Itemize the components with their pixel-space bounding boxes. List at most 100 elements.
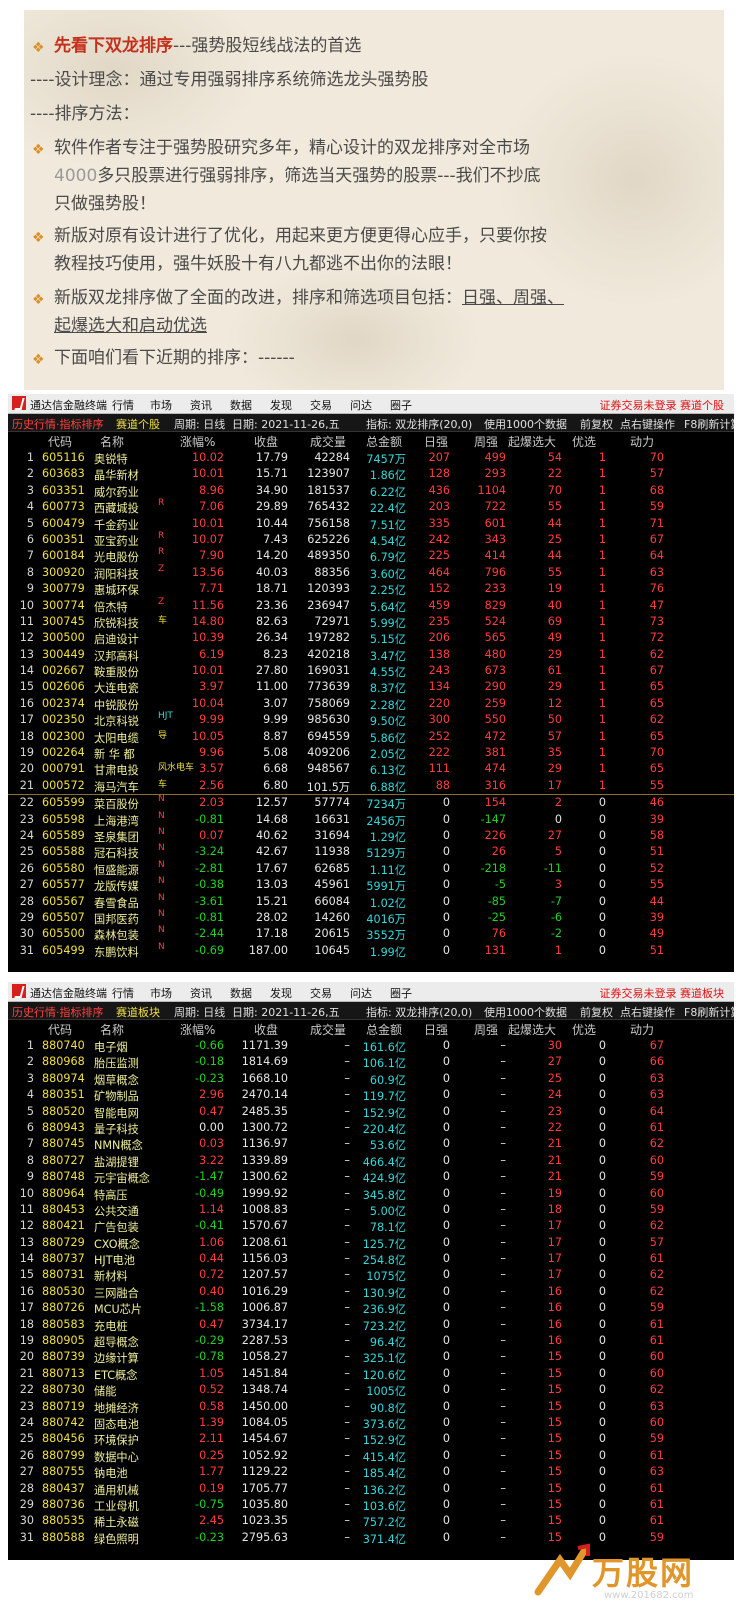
- table-row[interactable]: 15 002606 大连电瓷 3.97 11.00 773639 8.37亿 134 290 29…: [8, 679, 734, 695]
- table-row[interactable]: 25 605588 冠石科技 -3.24 42.67 11938 5129万 0 26 5 0 51 N: [8, 843, 734, 860]
- menu-data[interactable]: 数据: [230, 397, 252, 413]
- table-row[interactable]: 1 880740 电子烟 -0.66 1171.39–161.6亿 0–30 0 67: [8, 1038, 734, 1054]
- table-row[interactable]: 23 605598 上海港湾 -0.81 14.68 16631 2456万 0 -147 0 0 3…: [8, 811, 734, 828]
- menu-discover[interactable]: 发现: [270, 397, 292, 413]
- table-row[interactable]: 28 605567 春雪食品 -3.61 15.21 66084 1.02亿 0 -85 -7 0 4…: [8, 893, 734, 910]
- table-row[interactable]: 24 605589 圣泉集团 0.07 40.62 31694 1.29亿 0 226 27 0 58…: [8, 827, 734, 844]
- login-status[interactable]: 证券交易未登录 赛道个股: [600, 397, 725, 413]
- table-row[interactable]: 17 002350 北京科锐 9.99 9.99 985630 9.50亿 300 550 50 1…: [8, 711, 734, 728]
- table-row[interactable]: 14 880737 HJT电池 0.44 1156.03–254.8亿 0–17 0 61: [8, 1251, 734, 1267]
- col-close[interactable]: 收盘: [254, 433, 278, 450]
- table-row[interactable]: 7 600184 光电股份 7.90 14.20 489350 6.79亿 225 414 44 1…: [8, 547, 734, 564]
- table-row[interactable]: 4 600773 西藏城投 7.06 29.89 765432 22.4亿 203 722 55 1…: [8, 498, 734, 515]
- col-day-strength[interactable]: 日强: [424, 433, 448, 450]
- col-breakout[interactable]: 起爆选大: [508, 1021, 556, 1038]
- col-momentum[interactable]: 动力: [630, 433, 654, 450]
- table-row[interactable]: 26 605580 恒盛能源 -2.81 17.67 62685 1.11亿 0 -218 -11…: [8, 860, 734, 877]
- table-row[interactable]: 5 600479 千金药业 10.01 10.44 756158 7.51亿 335 601 44…: [8, 516, 734, 532]
- table-row[interactable]: 11 880453 公共交通 1.14 1008.83 – 5.00亿 0 – 18 0 59: [8, 1202, 734, 1218]
- table-row[interactable]: 14 002667 鞍重股份 10.01 27.80 169031 4.55亿 243 673 6…: [8, 663, 734, 679]
- table-row[interactable]: 4 880351 矿物制品 2.96 2470.14–119.7亿 0–24 0 63: [8, 1087, 734, 1103]
- table-row[interactable]: 31 605499 东鹏饮料 -0.69 187.00 10645 1.99亿 0 131 1 0 5…: [8, 942, 734, 959]
- menu-trade[interactable]: 交易: [310, 397, 332, 413]
- table-row[interactable]: 3 603351 威尔药业 8.96 34.90 181537 6.22亿 436 1104 70…: [8, 483, 734, 499]
- col-day-strength[interactable]: 日强: [424, 1021, 448, 1038]
- menu-circle[interactable]: 圈子: [390, 985, 412, 1001]
- table-row[interactable]: 10 300774 倍杰特 11.56 23.36 236947 5.64亿 459 829 40…: [8, 597, 734, 614]
- menu-ask[interactable]: 问达: [350, 397, 372, 413]
- table-row[interactable]: 17 880726 MCU芯片 -1.58 1006.87–236.9亿 0–16 0 59: [8, 1300, 734, 1316]
- menu-data[interactable]: 数据: [230, 985, 252, 1001]
- table-row[interactable]: 27 880755 钠电池 1.77 1129.22–185.4亿 0–15 0 63: [8, 1464, 734, 1480]
- menu-news[interactable]: 资讯: [190, 397, 212, 413]
- col-momentum[interactable]: 动力: [630, 1021, 654, 1038]
- menu-market[interactable]: 行情: [112, 985, 134, 1001]
- table-row[interactable]: 3 880974 烟草概念 -0.23 1668.10 – 60.9亿 0 – 25 0 63: [8, 1071, 734, 1087]
- col-name[interactable]: 名称: [100, 433, 124, 450]
- table-row[interactable]: 21 880713 ETC概念 1.05 1451.84–120.6亿 0–15 0 60: [8, 1366, 734, 1382]
- col-amount[interactable]: 总金额: [366, 1021, 402, 1038]
- col-week-strength[interactable]: 周强: [474, 433, 498, 450]
- table-row[interactable]: 8 880727 盐湖提锂 3.22 1339.89–466.4亿 0–21 0 60: [8, 1153, 734, 1169]
- table-row[interactable]: 27 605577 龙版传媒 -0.38 13.03 45961 5991万 0 -5 3 0 55 N: [8, 876, 734, 893]
- table-row[interactable]: 22 880730 储能 0.52 1348.74 – 1005亿 0 – 15 0 62: [8, 1382, 734, 1398]
- table-row[interactable]: 12 880421 广告包装 -0.41 1570.67 – 78.1亿 0 – 17 0 62: [8, 1218, 734, 1234]
- table-row[interactable]: 16 002374 中锐股份 10.04 3.07 758069 2.28亿 220 259 12…: [8, 696, 734, 712]
- table-row[interactable]: 15 880731 新材料 0.72 1207.57 – 1075亿 0 – 17 0 62: [8, 1267, 734, 1283]
- table-row[interactable]: 8 300920 润阳科技 13.56 40.03 88356 3.60亿 464 796 55 1…: [8, 564, 734, 581]
- table-row[interactable]: 16 880530 三网融合 0.40 1016.29–130.9亿 0–16 0 62: [8, 1284, 734, 1300]
- table-row[interactable]: 22 605599 菜百股份 2.03 12.57 57774 7234万 0 154 2 0 46 N: [8, 794, 734, 811]
- col-close[interactable]: 收盘: [254, 1021, 278, 1038]
- col-amount[interactable]: 总金额: [366, 433, 402, 450]
- table-row[interactable]: 10 880964 特高压 -0.49 1999.92–345.8亿 0–19 0 60: [8, 1186, 734, 1202]
- table-row[interactable]: 2 603683 晶华新材 10.01 15.71 123907 1.86亿 128 293 22…: [8, 466, 734, 482]
- table-row[interactable]: 6 600351 亚宝药业 10.07 7.43 625226 4.54亿 242 343 25 1…: [8, 531, 734, 548]
- col-volume[interactable]: 成交量: [310, 433, 346, 450]
- table-row[interactable]: 13 300449 汉邦高科 6.19 8.23 420218 3.47亿 138 480 29 1…: [8, 647, 734, 663]
- table-row[interactable]: 18 880583 充电桩 0.47 3734.17–723.2亿 0–16 0 61: [8, 1317, 734, 1333]
- menu-exchange[interactable]: 市场: [150, 397, 172, 413]
- table-row[interactable]: 2 880968 胎压监测 -0.18 1814.69–106.1亿 0–27 0 66: [8, 1054, 734, 1070]
- col-breakout[interactable]: 起爆选大: [508, 433, 556, 450]
- table-row[interactable]: 26 880799 数据中心 0.25 1052.92–415.4亿 0–15 0 61: [8, 1448, 734, 1464]
- menu-ask[interactable]: 问达: [350, 985, 372, 1001]
- col-change[interactable]: 涨幅%: [180, 433, 215, 450]
- col-volume[interactable]: 成交量: [310, 1021, 346, 1038]
- menu-circle[interactable]: 圈子: [390, 397, 412, 413]
- table-row[interactable]: 28 880437 通用机械 0.19 1705.77–136.2亿 0–15 0 61: [8, 1481, 734, 1497]
- menu-news[interactable]: 资讯: [190, 985, 212, 1001]
- table-row[interactable]: 20 880739 边缘计算 -0.78 1058.27–325.1亿 0–15 0 60: [8, 1349, 734, 1365]
- table-row[interactable]: 21 000572 海马汽车 2.56 6.80 101.5万 6.88亿 88 316 17 1 5…: [8, 778, 734, 794]
- col-preferred[interactable]: 优选: [572, 433, 596, 450]
- table-row[interactable]: 25 880456 环境保护 2.11 1454.67–152.9亿 0–15 0 59: [8, 1431, 734, 1447]
- table-row[interactable]: 24 880742 固态电池 1.39 1084.05–373.6亿 0–15 0 60: [8, 1415, 734, 1431]
- menu-market[interactable]: 行情: [112, 397, 134, 413]
- table-row[interactable]: 23 880719 地摊经济 0.58 1450.00 – 90.8亿 0 – 15 0 63: [8, 1399, 734, 1415]
- table-row[interactable]: 19 880905 超导概念 -0.29 2287.53 – 96.4亿 0 – 16 0 61: [8, 1333, 734, 1349]
- col-code[interactable]: 代码: [48, 1021, 72, 1038]
- table-row[interactable]: 29 605507 国邦医药 -0.81 28.02 14260 4016万 0 -25 -6 0 3…: [8, 909, 734, 926]
- table-row[interactable]: 18 002300 太阳电缆 10.05 8.87 694559 5.86亿 252 472 57…: [8, 729, 734, 745]
- table-row[interactable]: 30 605500 森林包装 -2.44 17.18 20615 3552万 0 76 -2 0 49…: [8, 925, 734, 942]
- menu-exchange[interactable]: 市场: [150, 985, 172, 1001]
- table-row[interactable]: 6 880943 量子科技 0.00 1300.72–220.4亿 0–22 0 61: [8, 1120, 734, 1136]
- table-row[interactable]: 12 300500 启迪设计 10.39 26.34 197282 5.15亿 206 565 4…: [8, 630, 734, 646]
- table-row[interactable]: 13 880729 CXO概念 1.06 1208.61–125.7亿 0–17 0 57: [8, 1235, 734, 1251]
- table-row[interactable]: 30 880535 稀土永磁 2.45 1023.35–757.2亿 0–15 0 61: [8, 1513, 734, 1529]
- col-change[interactable]: 涨幅%: [180, 1021, 215, 1038]
- table-row[interactable]: 9 300779 惠城环保 7.71 18.71 120393 2.25亿 152 233 19 1…: [8, 581, 734, 597]
- table-row[interactable]: 20 000791 甘肃电投 3.57 6.68 948567 6.13亿 111 474 29 1…: [8, 761, 734, 777]
- col-code[interactable]: 代码: [48, 433, 72, 450]
- table-row[interactable]: 19 002264 新 华 都 9.96 5.08 409206 2.05亿 222 381 35…: [8, 745, 734, 761]
- col-week-strength[interactable]: 周强: [474, 1021, 498, 1038]
- table-row[interactable]: 5 880520 智能电网 0.47 2485.35–152.9亿 0–23 0 64: [8, 1104, 734, 1120]
- table-row[interactable]: 29 880736 工业母机 -0.75 1035.80–103.6亿 0–15 0 61: [8, 1497, 734, 1513]
- table-row[interactable]: 11 300745 欣锐科技 14.80 82.63 72971 5.99亿 235 524 69…: [8, 614, 734, 630]
- menu-discover[interactable]: 发现: [270, 985, 292, 1001]
- table-row[interactable]: 7 880745 NMN概念 0.03 1136.97 – 53.6亿 0 – 21 0 62: [8, 1136, 734, 1152]
- col-preferred[interactable]: 优选: [572, 1021, 596, 1038]
- table-row[interactable]: 1 605116 奥锐特 10.02 17.79 42284 7457万 207 499 54 1 7…: [8, 450, 734, 466]
- table-row[interactable]: 9 880748 元宇宙概念 -1.47 1300.62–424.9亿 0–21 0 59: [8, 1169, 734, 1185]
- col-name[interactable]: 名称: [100, 1021, 124, 1038]
- login-status[interactable]: 证券交易未登录 赛道板块: [600, 985, 725, 1001]
